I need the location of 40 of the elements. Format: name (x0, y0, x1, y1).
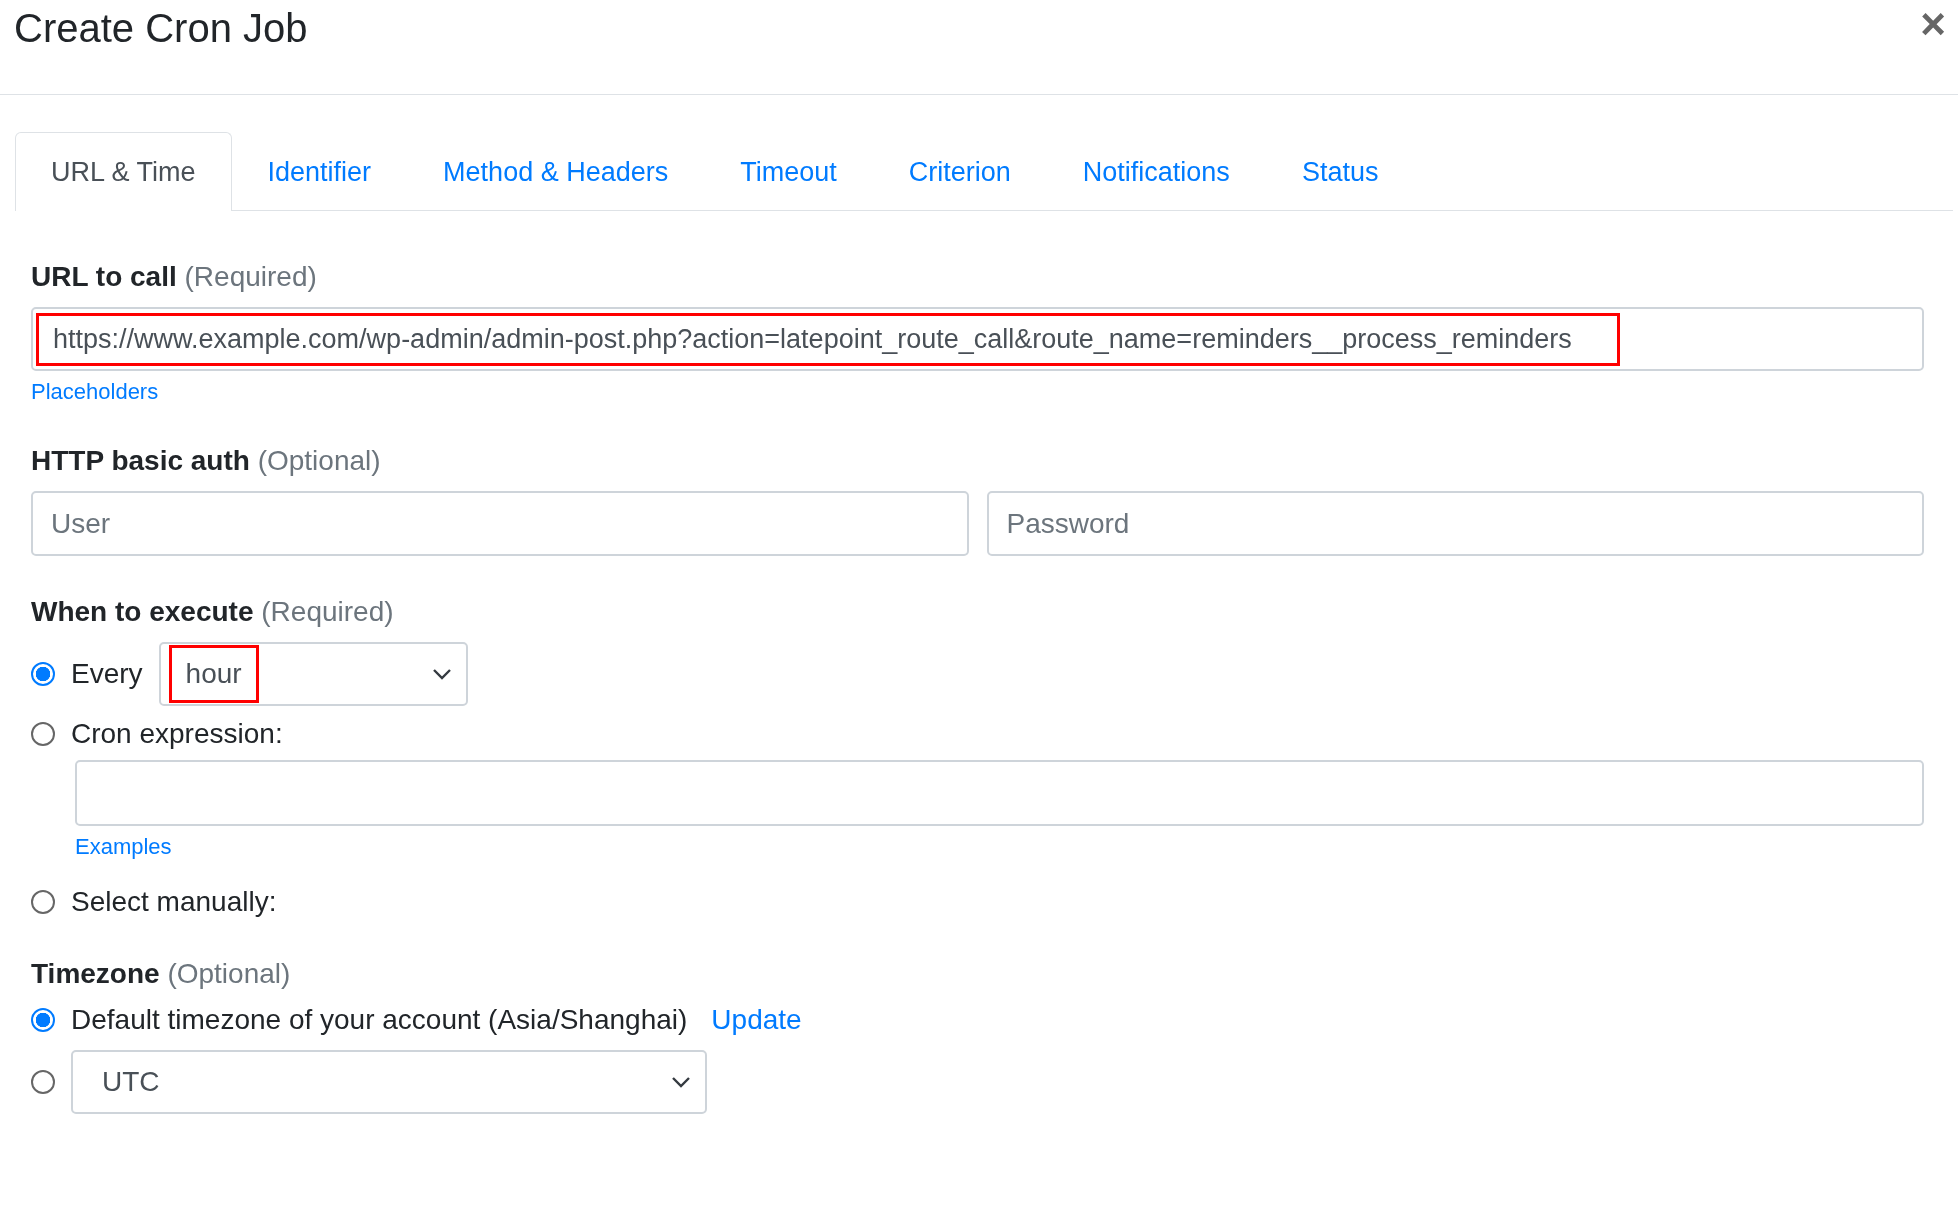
radio-button[interactable] (31, 1070, 55, 1094)
dropdown-value: hour (168, 645, 259, 703)
tab[interactable]: Status (1265, 132, 1415, 211)
password-field[interactable]: Password (986, 491, 1924, 556)
field-hint: (Optional) (257, 445, 381, 476)
field-hint: (Required) (184, 261, 317, 292)
timezone-dropdown[interactable]: UTC (71, 1050, 707, 1114)
tab[interactable]: Method & Headers (407, 132, 705, 211)
url-value: https://www.example.com/wp-admin/admin-post.php?action=latepoint_route_call&route_name=reminders__process_reminders (36, 312, 1620, 366)
radio-button[interactable] (31, 890, 55, 914)
tab[interactable]: Notifications (1046, 132, 1266, 211)
dropdown-value: UTC (101, 1065, 161, 1099)
field-hint: (Optional) (167, 958, 291, 989)
update-link[interactable]: Update (711, 1004, 802, 1036)
caret-icon (671, 1076, 691, 1088)
field-hint: (Required) (261, 596, 394, 627)
field-label: URL to call (31, 261, 177, 292)
field-label: When to execute (31, 596, 254, 627)
placeholders-link[interactable]: Placeholders (31, 379, 159, 405)
cron-expression-field[interactable] (75, 760, 1924, 826)
examples-link[interactable]: Examples (75, 834, 172, 860)
caret-icon (431, 668, 452, 680)
radio-button[interactable] (31, 662, 55, 686)
field-label: Timezone (31, 958, 160, 989)
radio-button[interactable] (31, 1008, 55, 1032)
tab[interactable]: URL & Time (15, 132, 232, 211)
field-label: HTTP basic auth (31, 445, 250, 476)
radio-label: Default timezone of your account (Asia/Shanghai) (71, 1004, 688, 1036)
close-button[interactable]: × (1908, 2, 1958, 46)
radio-label: Select manually: (71, 886, 277, 918)
tab[interactable]: Identifier (231, 132, 408, 211)
dialog-title: Create Cron Job (14, 6, 308, 50)
tab[interactable]: Criterion (872, 132, 1047, 211)
radio-label: Every (71, 658, 143, 690)
interval-dropdown[interactable]: hour (158, 642, 468, 706)
tab[interactable]: Timeout (704, 132, 873, 211)
user-field[interactable]: User (31, 491, 969, 556)
radio-button[interactable] (31, 722, 55, 746)
url-field[interactable]: https://www.example.com/wp-admin/admin-post.php?action=latepoint_route_call&route_name=reminders__process_reminders (31, 307, 1924, 371)
radio-label: Cron expression: (71, 718, 283, 750)
